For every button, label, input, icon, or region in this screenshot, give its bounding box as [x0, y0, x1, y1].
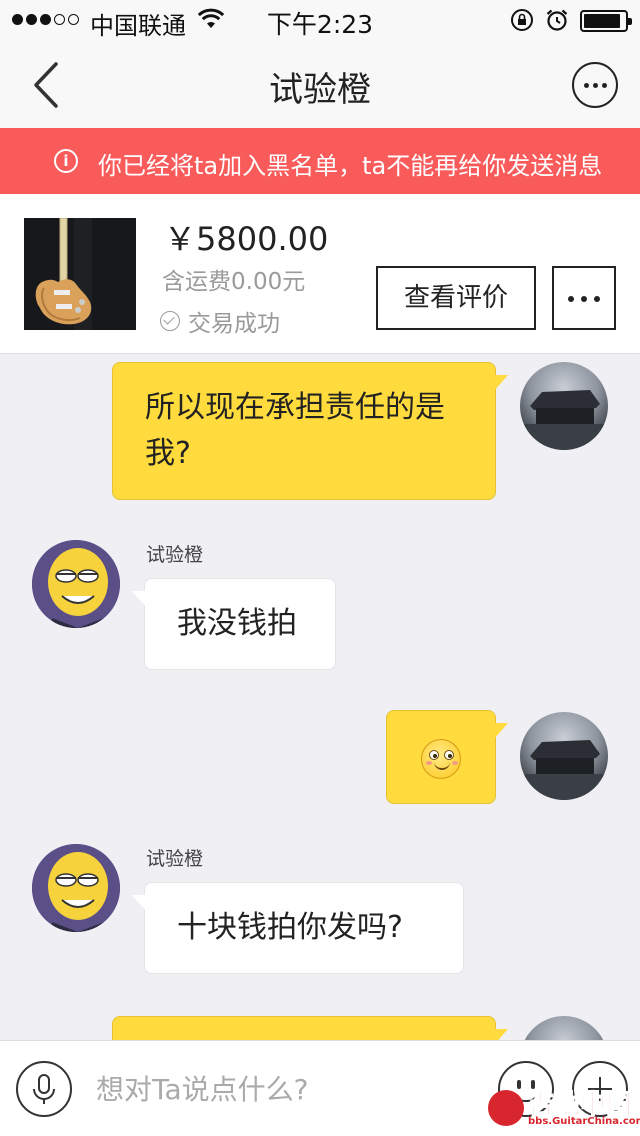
rotation-lock-icon: [511, 9, 533, 31]
guitarchina-logo-icon: [488, 1090, 524, 1126]
emoji-message-bubble[interactable]: [386, 710, 508, 804]
concert-photo: [520, 1016, 608, 1040]
blacklist-banner: i 你已经将ta加入黑名单，ta不能再给你发送消息: [0, 128, 640, 194]
clock: 下午2:23: [266, 10, 374, 39]
my-avatar[interactable]: [520, 1016, 608, 1040]
watermark-url: bbs.GuitarChina.com: [528, 1116, 640, 1127]
message-text: 所以现在承担责任的是我?: [145, 390, 445, 471]
banner-text: 你已经将ta加入黑名单，ta不能再给你发送消息: [98, 152, 603, 180]
my-avatar[interactable]: [520, 362, 608, 450]
more-options-button[interactable]: [572, 62, 618, 108]
chat-list[interactable]: 所以现在承担责任的是我? 试验橙 我没钱拍 试验橙 十块钱拍你发吗?: [0, 354, 640, 1040]
nav-bar: 试验橙: [0, 40, 640, 128]
guitar-image: [24, 218, 136, 330]
concert-photo: [520, 390, 608, 450]
message-bubble[interactable]: 十块钱拍你发吗?: [132, 882, 464, 974]
check-circle-icon: [160, 311, 180, 331]
shipping-fee: 含运费0.00元: [162, 269, 306, 295]
message-text: 我没钱拍: [177, 606, 297, 641]
cartoon-face: [32, 540, 120, 628]
status-bar: 中国联通 下午2:23: [0, 0, 640, 40]
message-bubble[interactable]: [112, 1016, 508, 1040]
order-status-text: 交易成功: [188, 311, 280, 337]
battery-icon: [580, 10, 632, 32]
info-icon: i: [54, 149, 78, 173]
view-review-button[interactable]: 查看评价: [376, 266, 536, 330]
watermark: 吉他中国 bbs.GuitarChina.com: [488, 1084, 640, 1134]
smiley-emoji-icon: [421, 739, 461, 779]
product-more-button[interactable]: [552, 266, 616, 330]
message-input[interactable]: [96, 1063, 476, 1115]
product-thumbnail[interactable]: [24, 218, 136, 330]
contact-avatar[interactable]: [32, 844, 120, 932]
message-bubble[interactable]: 所以现在承担责任的是我?: [112, 362, 508, 500]
order-status: 交易成功: [160, 304, 280, 338]
page-title: 试验橙: [269, 70, 371, 110]
message-bubble[interactable]: 我没钱拍: [132, 578, 336, 670]
alarm-clock-icon: [546, 9, 568, 31]
microphone-icon: [33, 1074, 55, 1104]
sender-name: 试验橙: [146, 848, 204, 870]
contact-avatar[interactable]: [32, 540, 120, 628]
concert-photo: [520, 740, 608, 800]
sender-name: 试验橙: [146, 544, 204, 566]
product-price: ￥5800.00: [164, 220, 329, 258]
voice-button[interactable]: [16, 1061, 72, 1117]
my-avatar[interactable]: [520, 712, 608, 800]
cartoon-face: [32, 844, 120, 932]
message-text: 十块钱拍你发吗?: [177, 910, 403, 945]
product-card: ￥5800.00 含运费0.00元 交易成功 查看评价: [0, 194, 640, 354]
